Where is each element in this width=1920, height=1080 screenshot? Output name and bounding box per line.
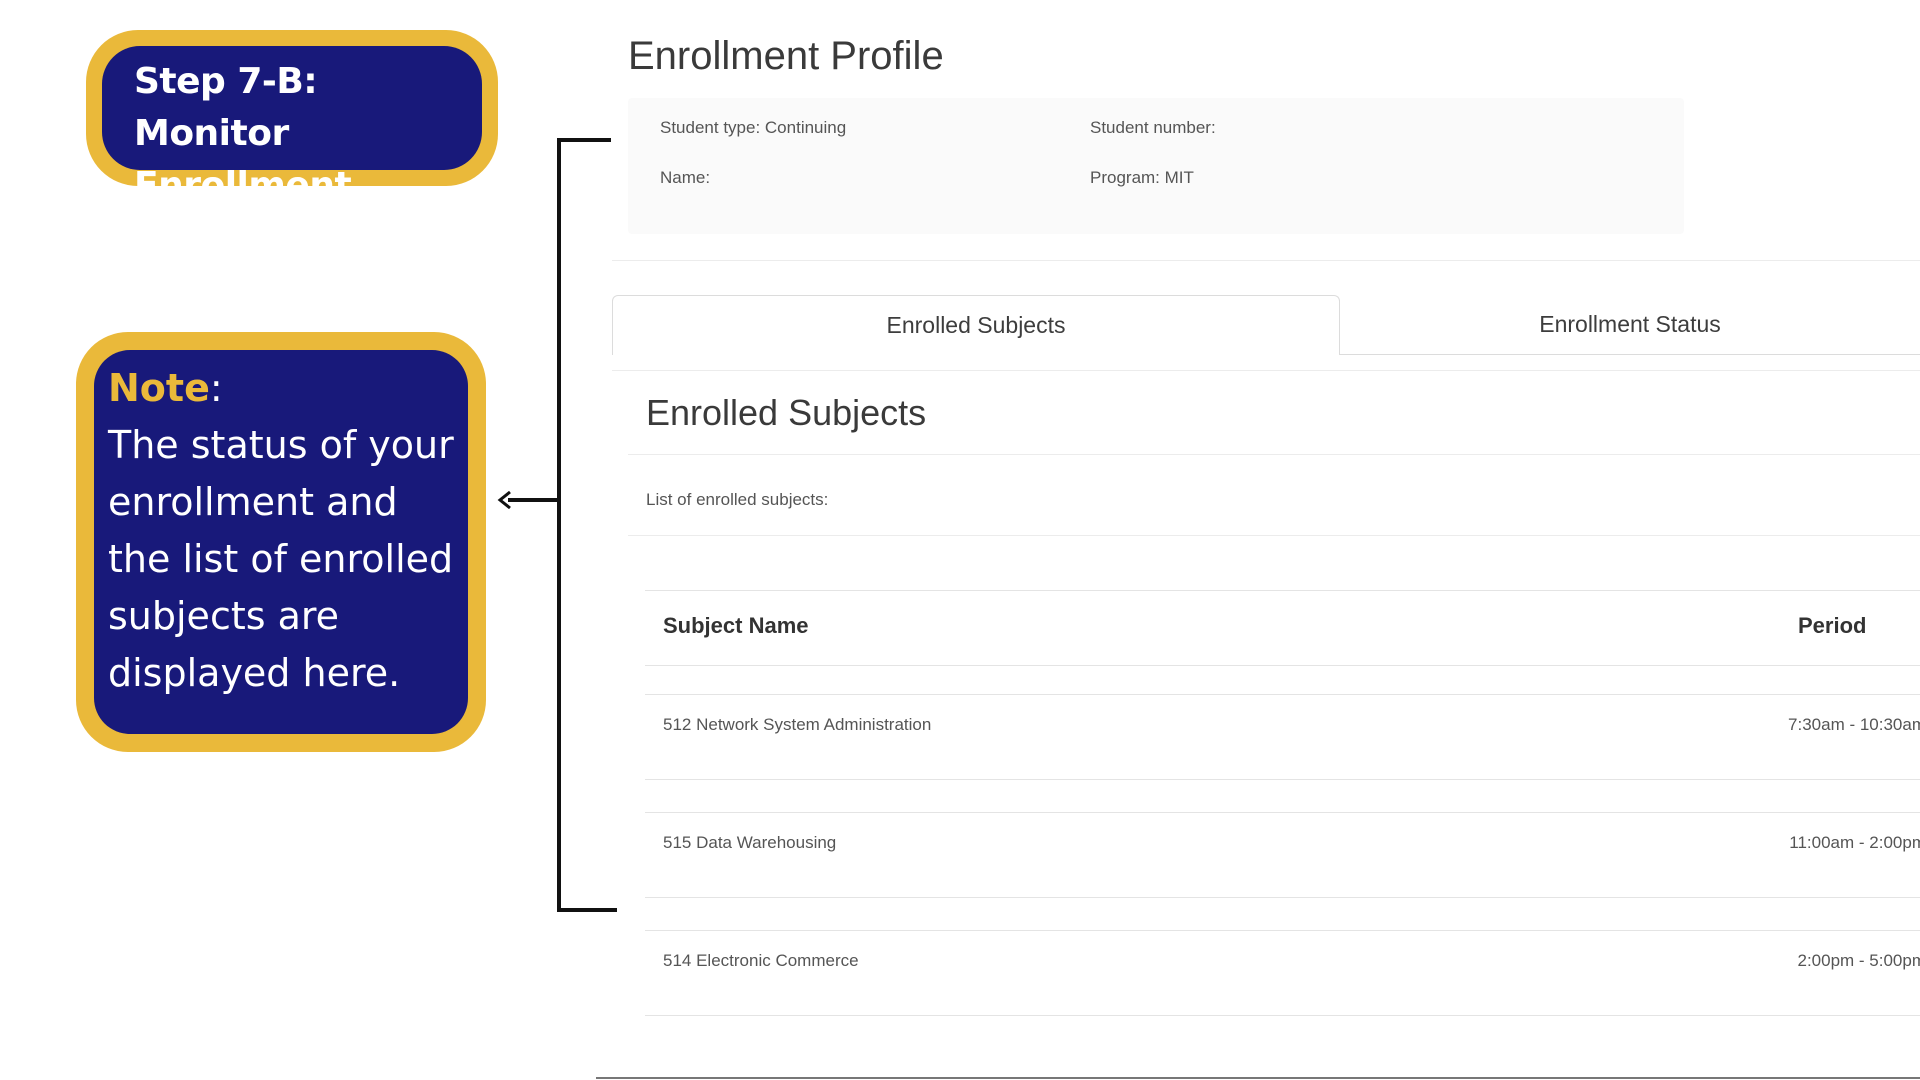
student-type: Student type: Continuing <box>660 118 847 137</box>
table-row: 512 Network System Administration 7:30am… <box>645 694 1920 780</box>
tab-content-divider <box>612 370 1920 371</box>
subject-name-cell: 515 Data Warehousing <box>663 833 837 852</box>
bracket-top <box>557 138 611 142</box>
student-number: Student number: <box>1090 118 1216 137</box>
tab-enrollment-status[interactable]: Enrollment Status <box>1340 295 1920 355</box>
table-row: 514 Electronic Commerce 2:00pm - 5:00pm <box>645 930 1920 1016</box>
header-period: Period <box>1798 613 1867 638</box>
tab-bar: Enrolled Subjects Enrollment Status <box>612 295 1920 357</box>
period-cell: 7:30am - 10:30am <box>1788 715 1920 734</box>
note-line: The status of your <box>108 423 454 467</box>
arrow-left-icon <box>497 490 511 510</box>
period-cell: 2:00pm - 5:00pm <box>1797 951 1920 970</box>
table-row: 515 Data Warehousing 11:00am - 2:00pm <box>645 812 1920 898</box>
list-label-divider <box>628 535 1920 536</box>
step-callout-line1: Step 7-B: Monitor <box>134 61 318 154</box>
bracket-vertical <box>557 138 561 912</box>
section-title: Enrolled Subjects <box>646 392 927 433</box>
note-line: subjects are <box>108 594 340 638</box>
note-heading-row: Note: <box>108 360 458 417</box>
subject-name-cell: 514 Electronic Commerce <box>663 951 859 970</box>
note-callout: Note: The status of your enrollment and … <box>76 332 486 752</box>
period-cell: 11:00am - 2:00pm <box>1789 833 1920 852</box>
profile-divider <box>612 260 1920 261</box>
student-name: Name: <box>660 168 711 187</box>
section-divider <box>628 454 1920 455</box>
note-colon: : <box>209 366 223 410</box>
step-callout-line2: Enrollment Status <box>134 165 352 258</box>
note-callout-body: Note: The status of your enrollment and … <box>94 350 468 734</box>
subject-name-cell: 512 Network System Administration <box>663 715 932 734</box>
step-callout: Step 7-B: Monitor Enrollment Status <box>86 30 498 258</box>
note-line: the list of enrolled <box>108 537 454 581</box>
note-line: displayed here. <box>108 651 401 695</box>
page-bottom-border <box>596 1077 1920 1079</box>
list-label: List of enrolled subjects: <box>646 490 829 509</box>
note-heading: Note <box>108 366 210 410</box>
table-header: Subject Name Period <box>645 590 1920 666</box>
profile-card: Student type: Continuing Student number:… <box>628 98 1684 234</box>
header-subject-name: Subject Name <box>663 613 809 638</box>
step-callout-body: Step 7-B: Monitor Enrollment Status <box>102 46 482 258</box>
bracket-bottom <box>557 908 617 912</box>
page-title: Enrollment Profile <box>628 34 944 78</box>
program: Program: MIT <box>1090 168 1194 187</box>
note-line: enrollment and <box>108 480 398 524</box>
tab-enrolled-subjects[interactable]: Enrolled Subjects <box>612 295 1340 355</box>
